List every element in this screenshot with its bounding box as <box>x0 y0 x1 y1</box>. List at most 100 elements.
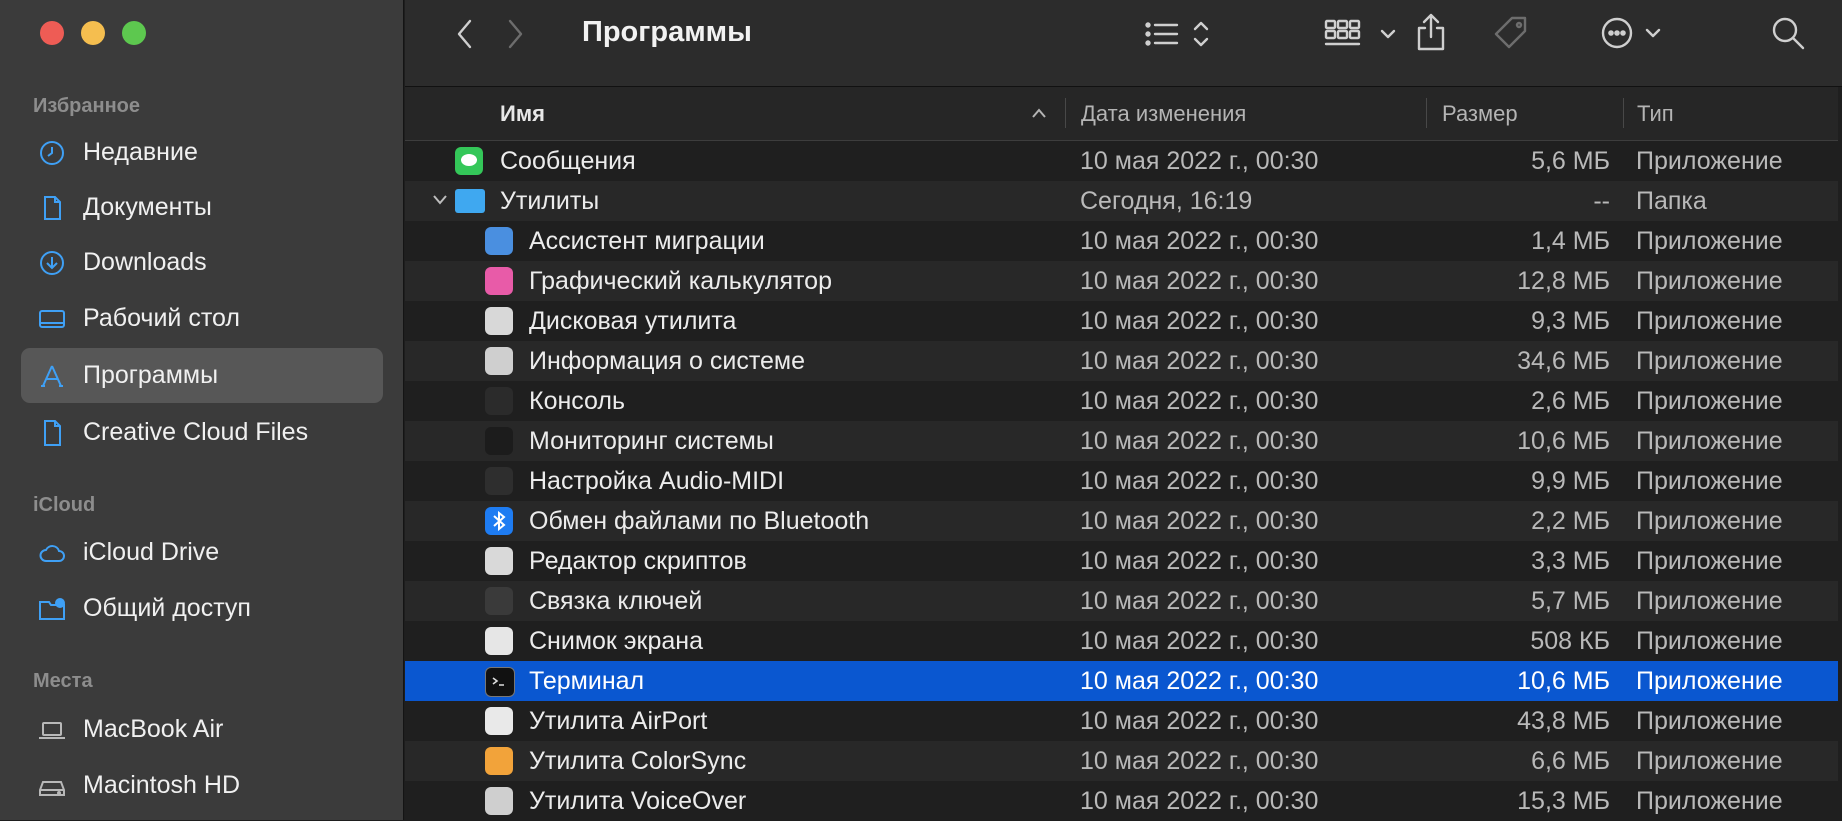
file-row[interactable]: Графический калькулятор 10 мая 2022 г., 0… <box>405 261 1842 301</box>
sidebar-item-downloads[interactable]: Downloads <box>21 235 383 290</box>
sidebar-item-label: Документы <box>83 193 212 221</box>
file-row[interactable]: Утилита ColorSync 10 мая 2022 г., 00:30 6,… <box>405 741 1842 781</box>
messages-icon <box>455 147 483 175</box>
file-type: Приложение <box>1636 227 1783 255</box>
file-row[interactable]: Связка ключей 10 мая 2022 г., 00:30 5,7 МБ… <box>405 581 1842 621</box>
close-button[interactable] <box>40 21 64 45</box>
file-type: Приложение <box>1636 427 1783 455</box>
sidebar-item-applications[interactable]: Программы <box>21 348 383 403</box>
column-name[interactable]: Имя <box>500 101 545 127</box>
sidebar-item-macbook-air[interactable]: MacBook Air <box>21 702 383 757</box>
toolbar: Программы <box>405 0 1842 87</box>
sidebar-item-label: Creative Cloud Files <box>83 418 309 446</box>
file-name: Утилита ColorSync <box>529 747 747 775</box>
back-button[interactable] <box>447 16 483 52</box>
action-menu-button[interactable] <box>1600 12 1672 54</box>
column-divider[interactable] <box>1623 98 1624 128</box>
bluetooth-icon <box>485 507 513 535</box>
sidebar-item-icloud-drive[interactable]: iCloud Drive <box>21 525 383 580</box>
column-header: Имя Дата изменения Размер Тип <box>405 87 1842 141</box>
cloud-icon <box>37 538 67 568</box>
window-controls <box>40 21 146 45</box>
tag-icon <box>1494 16 1527 49</box>
zoom-button[interactable] <box>122 21 146 45</box>
file-date: 10 мая 2022 г., 00:30 <box>1080 467 1319 495</box>
file-type: Приложение <box>1636 787 1783 815</box>
file-size: 9,3 МБ <box>1531 307 1610 335</box>
file-type: Приложение <box>1636 467 1783 495</box>
file-date: 10 мая 2022 г., 00:30 <box>1080 227 1319 255</box>
file-type: Приложение <box>1636 667 1783 695</box>
sidebar-item-recents[interactable]: Недавние <box>21 125 383 180</box>
scrollbar[interactable] <box>1838 87 1842 820</box>
file-row[interactable]: Информация о системе 10 мая 2022 г., 00:3… <box>405 341 1842 381</box>
keychain-icon <box>485 587 513 615</box>
search-icon <box>1772 17 1805 50</box>
file-size: 10,6 МБ <box>1517 667 1610 695</box>
file-row[interactable]: Ассистент миграции 10 мая 2022 г., 00:30 1… <box>405 221 1842 261</box>
more-options-icon <box>1601 17 1661 49</box>
file-row[interactable]: Настройка Audio-MIDI 10 мая 2022 г., 00:3… <box>405 461 1842 501</box>
hard-drive-icon <box>37 771 67 801</box>
file-row[interactable]: Редактор скриптов 10 мая 2022 г., 00:30 3,… <box>405 541 1842 581</box>
sidebar-item-shared[interactable]: Общий доступ <box>21 581 383 636</box>
migration-assistant-icon <box>485 227 513 255</box>
file-row[interactable]: Мониторинг системы 10 мая 2022 г., 00:30 1… <box>405 421 1842 461</box>
file-date: 10 мая 2022 г., 00:30 <box>1080 667 1319 695</box>
group-button[interactable] <box>1322 14 1404 54</box>
column-divider[interactable] <box>1426 98 1427 128</box>
column-divider[interactable] <box>1065 98 1066 128</box>
document-icon <box>37 193 67 223</box>
sidebar-item-documents[interactable]: Документы <box>21 180 383 235</box>
view-options-button[interactable] <box>1142 14 1222 54</box>
search-button[interactable] <box>1767 12 1809 54</box>
forward-button[interactable] <box>497 16 533 52</box>
file-row[interactable]: Снимок экрана 10 мая 2022 г., 00:30 508 КБ… <box>405 621 1842 661</box>
file-icon <box>37 418 67 448</box>
file-date: 10 мая 2022 г., 00:30 <box>1080 547 1319 575</box>
clock-icon <box>37 138 67 168</box>
column-size[interactable]: Размер <box>1442 101 1518 127</box>
file-date: 10 мая 2022 г., 00:30 <box>1080 267 1319 295</box>
list-view-icon <box>1145 21 1209 47</box>
file-row[interactable]: Дисковая утилита 10 мая 2022 г., 00:30 9,3… <box>405 301 1842 341</box>
terminal-icon <box>485 667 515 697</box>
column-type[interactable]: Тип <box>1637 101 1674 127</box>
file-name: Утилита VoiceOver <box>529 787 747 815</box>
disclosure-chevron-down-icon[interactable] <box>432 193 448 207</box>
laptop-icon <box>37 715 67 745</box>
file-name: Обмен файлами по Bluetooth <box>529 507 870 535</box>
file-date: 10 мая 2022 г., 00:30 <box>1080 307 1319 335</box>
chevron-left-icon <box>457 19 472 49</box>
file-row[interactable]: Обмен файлами по Bluetooth 10 мая 2022 г.… <box>405 501 1842 541</box>
desktop-icon <box>37 304 67 334</box>
sidebar-item-macintosh-hd[interactable]: Macintosh HD <box>21 758 383 813</box>
file-type: Приложение <box>1636 627 1783 655</box>
sidebar-item-desktop[interactable]: Рабочий стол <box>21 291 383 346</box>
file-size: 5,6 МБ <box>1531 147 1610 175</box>
file-row[interactable]: Сообщения 10 мая 2022 г., 00:30 5,6 МБ Прил… <box>405 141 1842 181</box>
file-date: 10 мая 2022 г., 00:30 <box>1080 427 1319 455</box>
sidebar-section-icloud: iCloud <box>33 494 96 516</box>
minimize-button[interactable] <box>81 21 105 45</box>
share-button[interactable] <box>1411 10 1451 54</box>
file-row[interactable]: Консоль 10 мая 2022 г., 00:30 2,6 МБ Прилож… <box>405 381 1842 421</box>
file-name: Снимок экрана <box>529 627 704 655</box>
file-name: Ассистент миграции <box>529 227 765 255</box>
tags-button[interactable] <box>1490 12 1532 54</box>
file-row[interactable]: Терминал 10 мая 2022 г., 00:30 10,6 МБ Прил… <box>405 661 1842 701</box>
sidebar-item-label: Рабочий стол <box>83 304 240 332</box>
voiceover-icon <box>485 787 513 815</box>
file-size: 34,6 МБ <box>1517 347 1610 375</box>
file-row[interactable]: Утилита AirPort 10 мая 2022 г., 00:30 43,8… <box>405 701 1842 741</box>
file-row[interactable]: Утилита VoiceOver 10 мая 2022 г., 00:30 15… <box>405 781 1842 821</box>
script-editor-icon <box>485 547 513 575</box>
airport-icon <box>485 707 513 735</box>
file-date: 10 мая 2022 г., 00:30 <box>1080 627 1319 655</box>
column-date[interactable]: Дата изменения <box>1081 101 1246 127</box>
sidebar-item-creative-cloud[interactable]: Creative Cloud Files <box>21 405 383 460</box>
file-row[interactable]: Утилиты Сегодня, 16:19 -- Папка <box>405 181 1842 221</box>
shared-folder-icon <box>37 594 67 624</box>
file-date: 10 мая 2022 г., 00:30 <box>1080 747 1319 775</box>
file-size: 10,6 МБ <box>1517 427 1610 455</box>
